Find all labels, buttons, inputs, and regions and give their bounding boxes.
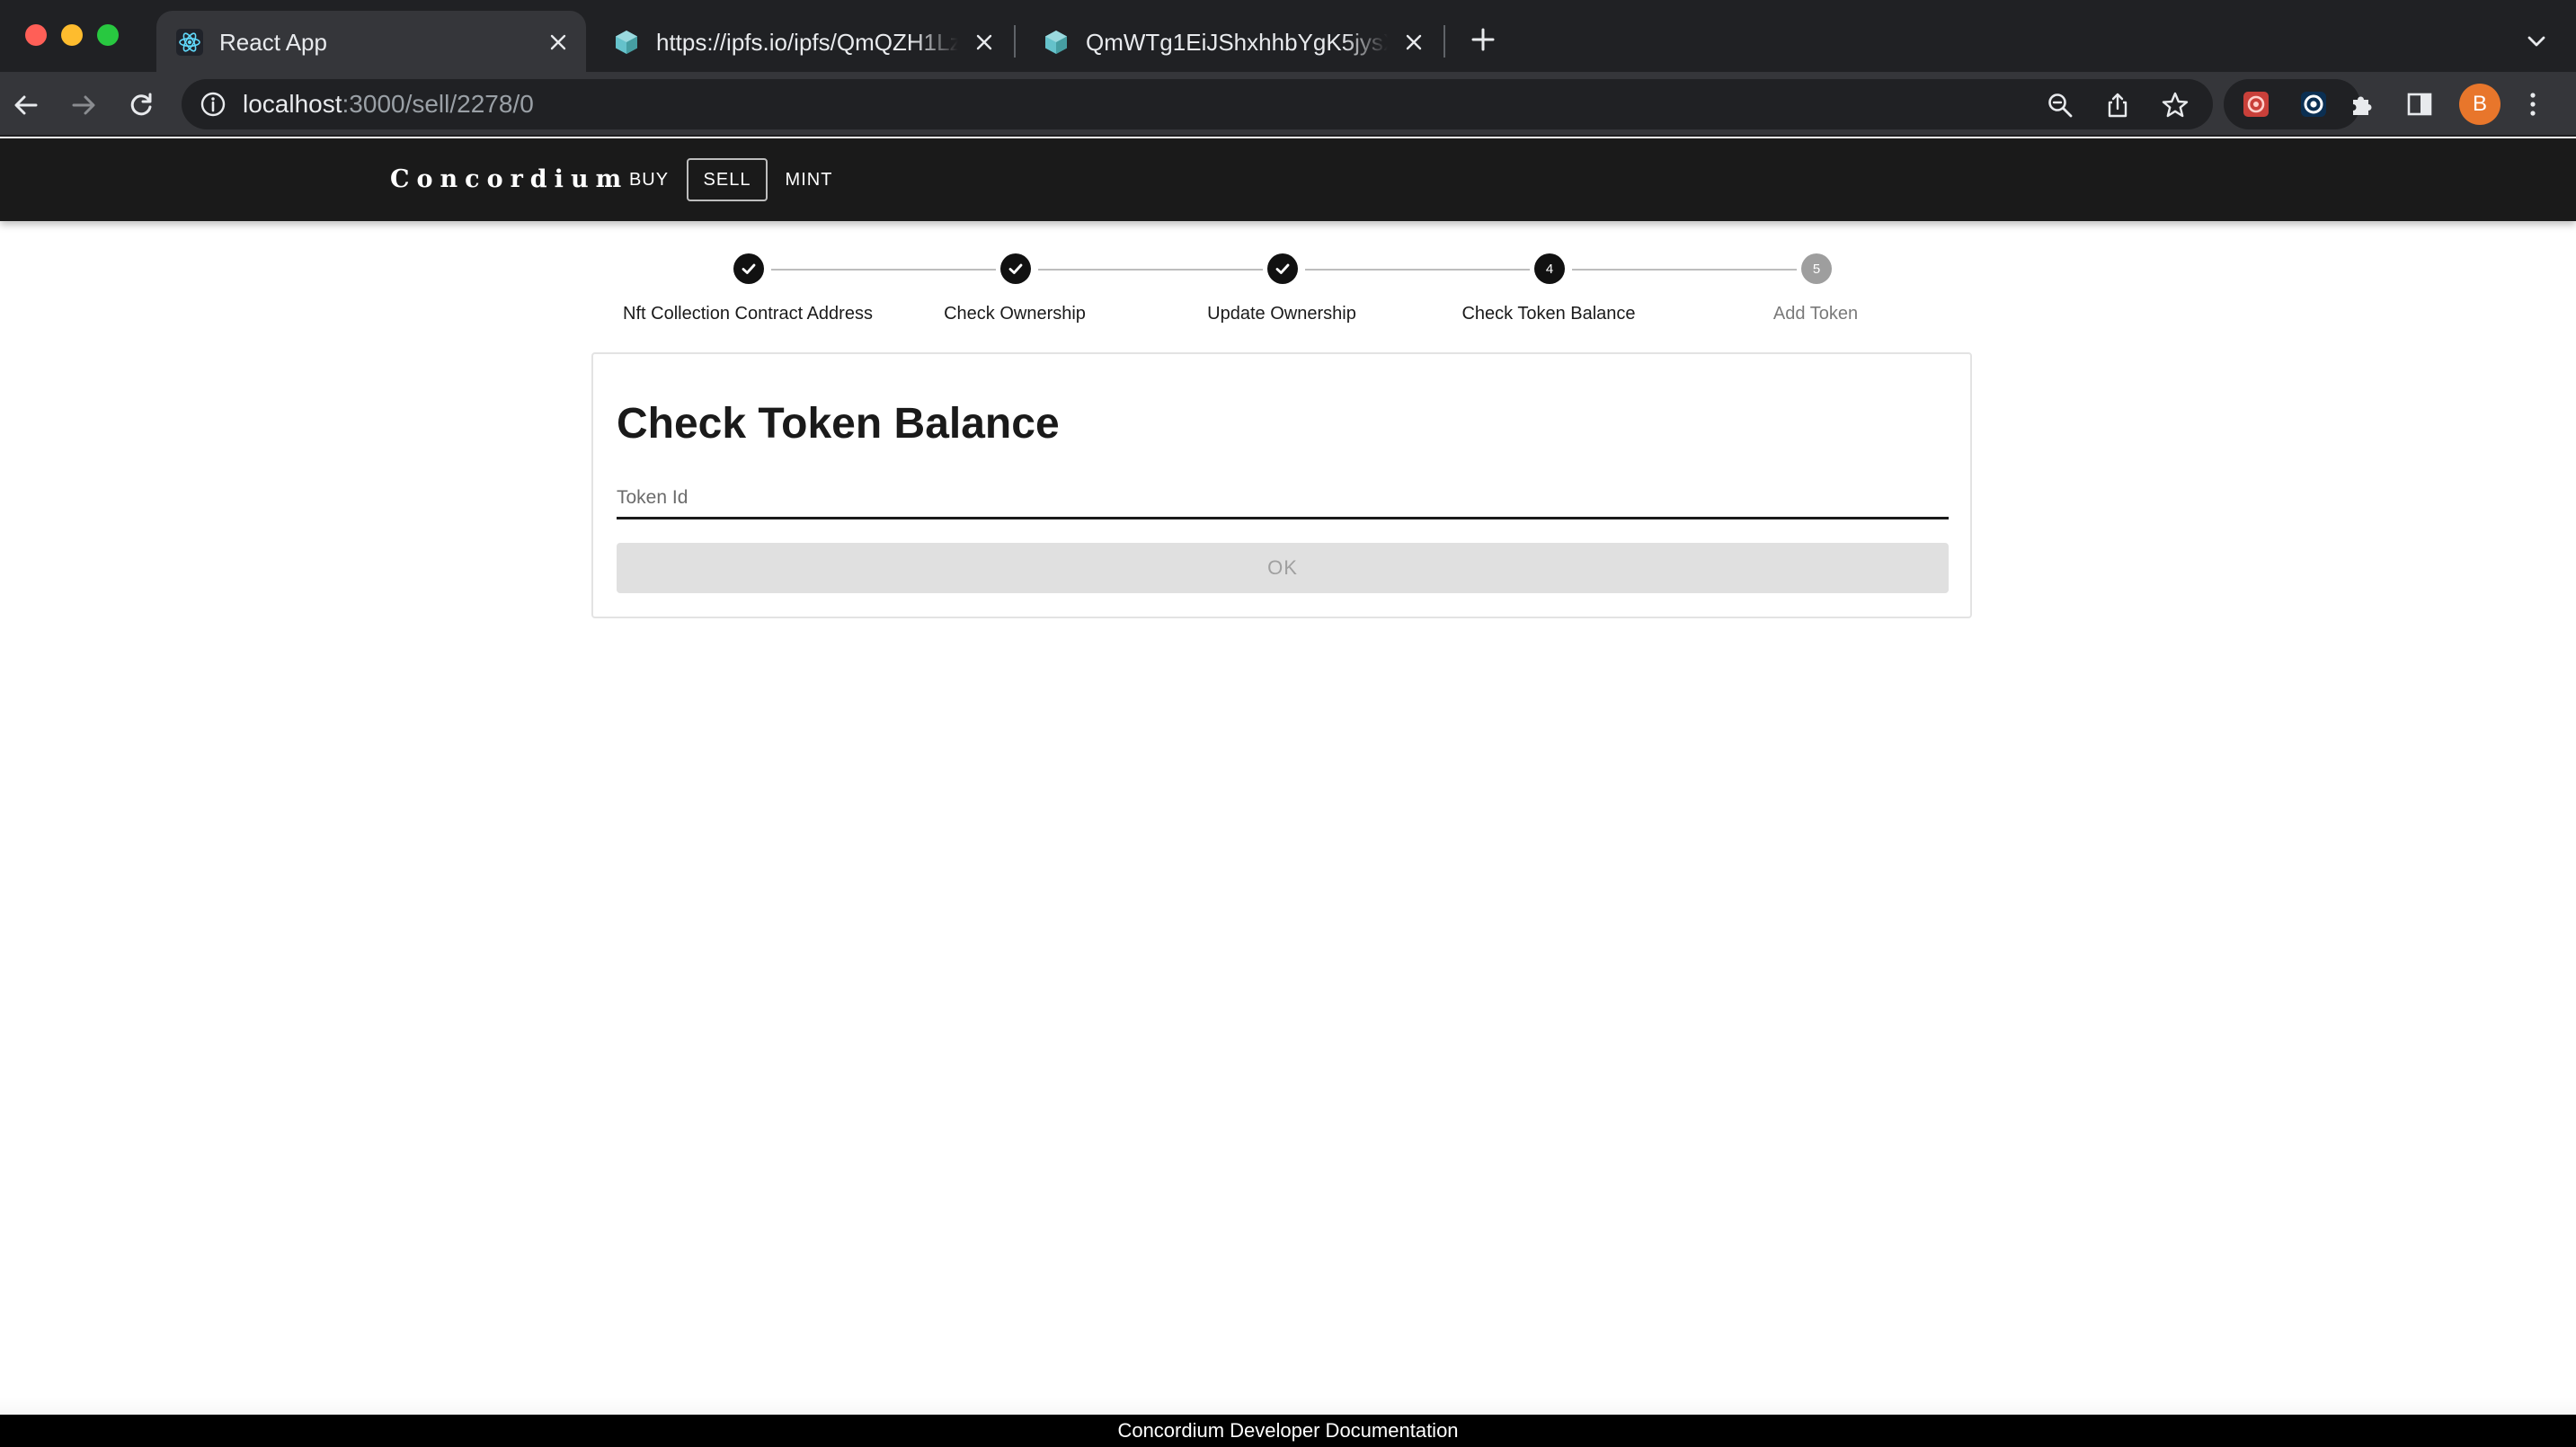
footer-docs-link[interactable]: Concordium Developer Documentation [1117, 1419, 1458, 1443]
step-label: Add Token [1772, 304, 1859, 324]
check-circle-icon [1267, 253, 1298, 284]
site-info-icon[interactable] [200, 91, 227, 118]
step-label: Update Ownership [1207, 304, 1356, 324]
tab-ipfs-2[interactable]: QmWTg1EiJShxhhbYgK5jysXSY [1023, 11, 1442, 72]
forward-arrow-icon[interactable] [67, 88, 101, 122]
step-connector [771, 269, 996, 271]
window-minimize-button[interactable] [61, 24, 83, 46]
zoom-icon[interactable] [2046, 91, 2074, 120]
reload-icon[interactable] [124, 88, 158, 122]
browser-toolbar: localhost:3000/sell/2278/0 [0, 72, 2576, 137]
more-menu-icon[interactable] [2517, 88, 2549, 120]
tab-title: QmWTg1EiJShxhhbYgK5jysXSY [1086, 29, 1388, 56]
nav-buy-button[interactable]: BUY [613, 158, 685, 201]
step-number-badge: 4 [1534, 253, 1565, 284]
concordium-wallet-icon[interactable] [2297, 88, 2330, 120]
close-icon[interactable] [545, 29, 572, 56]
side-panel-icon[interactable] [2403, 88, 2436, 120]
share-icon[interactable] [2103, 91, 2132, 120]
react-icon [176, 29, 203, 56]
extension-red-icon[interactable] [2240, 88, 2272, 120]
check-token-balance-card: Check Token Balance OK [591, 352, 1972, 618]
profile-avatar[interactable]: B [2459, 84, 2500, 125]
app-header: Concordium BUY SELL MINT [0, 138, 2576, 221]
url-host: localhost [243, 90, 342, 118]
chevron-down-icon[interactable] [2520, 25, 2553, 58]
step-label: Nft Collection Contract Address [623, 304, 873, 324]
brand-logo-text[interactable]: Concordium [390, 164, 628, 196]
close-icon[interactable] [1400, 29, 1427, 56]
tab-title: React App [219, 29, 327, 56]
step-connector [1038, 269, 1263, 271]
tab-ipfs-1[interactable]: https://ipfs.io/ipfs/QmQZH1LzC [593, 11, 1012, 72]
window-zoom-button[interactable] [97, 24, 119, 46]
check-circle-icon [1000, 253, 1031, 284]
step-number-badge: 5 [1801, 253, 1832, 284]
ipfs-cube-icon [1043, 29, 1070, 56]
nav-sell-button[interactable]: SELL [687, 158, 768, 201]
step-connector [1572, 269, 1797, 271]
address-bar[interactable]: localhost:3000/sell/2278/0 [182, 79, 2213, 129]
url-path: :3000/sell/2278/0 [342, 90, 534, 118]
ok-button[interactable]: OK [617, 543, 1949, 593]
nav-mint-button[interactable]: MINT [771, 158, 847, 201]
tab-separator [1443, 25, 1445, 58]
step-label: Check Ownership [944, 304, 1086, 324]
token-id-field [617, 480, 1949, 519]
footer-shadow [0, 1397, 2576, 1415]
tab-separator [1014, 25, 1016, 58]
footer: Concordium Developer Documentation [0, 1415, 2576, 1447]
ipfs-cube-icon [613, 29, 640, 56]
tab-strip: React App https://ipfs.io/ipfs/QmQZH1LzC [0, 0, 2576, 72]
step-connector [1305, 269, 1530, 271]
puzzle-extensions-icon[interactable] [2346, 88, 2378, 120]
extension-group [2224, 79, 2360, 129]
new-tab-plus-icon[interactable] [1467, 23, 1499, 56]
token-id-input[interactable] [617, 480, 1949, 516]
back-arrow-icon[interactable] [9, 88, 43, 122]
check-circle-icon [733, 253, 764, 284]
browser-window: React App https://ipfs.io/ipfs/QmQZH1LzC [0, 0, 2576, 1447]
bookmark-star-icon[interactable] [2161, 91, 2190, 120]
step-label: Check Token Balance [1461, 304, 1636, 324]
close-icon[interactable] [971, 29, 998, 56]
url-text: localhost:3000/sell/2278/0 [243, 90, 534, 119]
window-close-button[interactable] [25, 24, 47, 46]
tab-react-app[interactable]: React App [156, 11, 586, 72]
card-title: Check Token Balance [617, 400, 1060, 448]
tab-title: https://ipfs.io/ipfs/QmQZH1LzC [656, 29, 958, 56]
